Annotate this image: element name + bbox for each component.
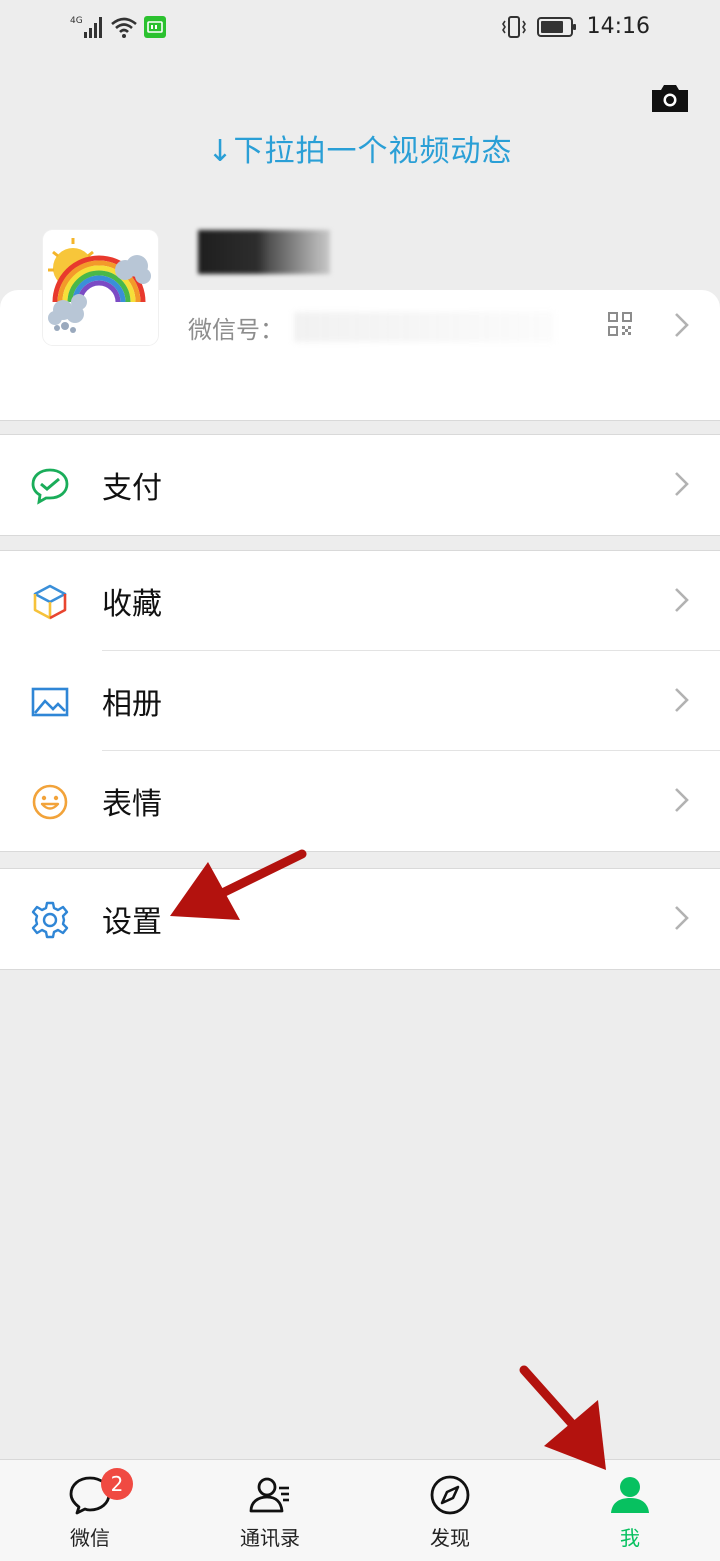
gear-icon (31, 901, 69, 939)
clock: 14:16 (586, 14, 650, 39)
qr-code-icon[interactable] (607, 311, 633, 337)
svg-text:4G: 4G (70, 16, 83, 26)
battery-icon (536, 16, 576, 37)
chevron-right-icon (675, 588, 689, 612)
tab-discover[interactable]: 发现 (360, 1460, 540, 1561)
smiley-face-icon (32, 784, 68, 820)
menu-item-label: 表情 (102, 787, 162, 822)
avatar[interactable] (43, 230, 158, 345)
bottom-tab-bar: 2 微信 通讯录 发现 我 (0, 1459, 720, 1561)
menu-item-favorites[interactable]: 收藏 (0, 551, 720, 651)
chevron-right-icon (675, 472, 689, 496)
wifi-icon (111, 17, 137, 38)
album-picture-icon (31, 687, 69, 717)
pay-icon (31, 468, 69, 505)
menu-item-label: 设置 (102, 905, 162, 940)
tab-me[interactable]: 我 (540, 1460, 720, 1561)
wechat-id-value-redacted (294, 312, 554, 342)
tab-label: 通讯录 (240, 1526, 300, 1550)
camera-icon[interactable] (650, 82, 690, 114)
status-bar: 4G 14:16 (0, 0, 720, 56)
tab-label: 微信 (70, 1526, 110, 1550)
annotation-arrow-me-tab (519, 1365, 606, 1470)
vibrate-icon (501, 15, 526, 38)
person-icon (611, 1477, 649, 1513)
menu-item-settings[interactable]: 设置 (0, 869, 720, 969)
wechat-id-label: 微信号： (188, 315, 284, 344)
menu-item-label: 支付 (102, 471, 162, 506)
tab-contacts[interactable]: 通讯录 (180, 1460, 360, 1561)
unread-badge: 2 (101, 1468, 133, 1500)
menu-item-stickers[interactable]: 表情 (0, 751, 720, 851)
nickname-redacted (198, 230, 330, 274)
chevron-right-icon (675, 788, 689, 812)
pull-down-video-hint: ↓下拉拍一个视频动态 (207, 134, 513, 169)
tab-label: 我 (620, 1526, 640, 1550)
signal-icon: 4G (70, 16, 102, 38)
favorites-cube-icon (33, 584, 67, 620)
rainbow-avatar-image (43, 230, 158, 345)
menu-item-label: 收藏 (102, 587, 162, 622)
chevron-right-icon (675, 313, 689, 337)
wechat-id-row[interactable]: 微信号： (188, 307, 554, 347)
menu-item-album[interactable]: 相册 (0, 651, 720, 751)
app-notification-icon (144, 16, 166, 38)
tab-label: 发现 (430, 1526, 470, 1550)
content-group: 收藏 相册 表情 (0, 550, 720, 852)
compass-icon (430, 1475, 470, 1515)
pay-group: 支付 (0, 434, 720, 536)
chevron-right-icon (675, 906, 689, 930)
menu-item-label: 相册 (102, 687, 162, 722)
menu-item-pay[interactable]: 支付 (0, 435, 720, 535)
tab-chats[interactable]: 2 微信 (0, 1460, 180, 1561)
contacts-icon (249, 1477, 289, 1513)
chevron-right-icon (675, 688, 689, 712)
settings-group: 设置 (0, 868, 720, 970)
